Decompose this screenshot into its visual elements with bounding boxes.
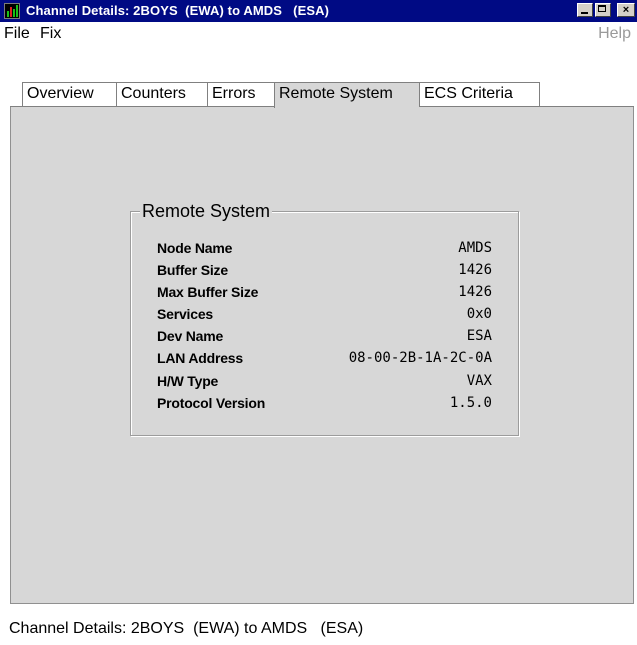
menu-bar: File Fix Help <box>0 22 637 46</box>
menu-help[interactable]: Help <box>598 25 631 43</box>
field-value: VAX <box>466 373 492 389</box>
field-hw-type: H/W Type VAX <box>157 373 492 394</box>
field-label: Dev Name <box>157 328 224 344</box>
field-label: Protocol Version <box>157 395 266 411</box>
field-value: ESA <box>466 328 492 344</box>
tab-ecs-criteria[interactable]: ECS Criteria <box>419 82 540 107</box>
tab-errors[interactable]: Errors <box>207 82 274 107</box>
field-max-buffer-size: Max Buffer Size 1426 <box>157 284 492 305</box>
field-value: 1.5.0 <box>449 395 492 411</box>
tab-remote-system[interactable]: Remote System <box>274 82 419 108</box>
field-lan-address: LAN Address 08-00-2B-1A-2C-0A <box>157 350 492 371</box>
field-services: Services 0x0 <box>157 306 492 327</box>
field-label: Buffer Size <box>157 262 228 278</box>
field-dev-name: Dev Name ESA <box>157 328 492 349</box>
field-label: Node Name <box>157 240 233 256</box>
minimize-button[interactable] <box>577 3 593 17</box>
field-value: 1426 <box>458 262 492 278</box>
field-label: LAN Address <box>157 350 243 366</box>
tab-counters[interactable]: Counters <box>116 82 207 107</box>
field-value: AMDS <box>458 240 492 256</box>
field-label: H/W Type <box>157 373 219 389</box>
channel-details-window: Channel Details: 2BOYS (EWA) to AMDS (ES… <box>0 0 637 645</box>
app-chart-icon <box>4 3 20 19</box>
status-bar: Channel Details: 2BOYS (EWA) to AMDS (ES… <box>9 620 364 637</box>
title-bar[interactable]: Channel Details: 2BOYS (EWA) to AMDS (ES… <box>0 0 637 22</box>
window-title: Channel Details: 2BOYS (EWA) to AMDS (ES… <box>26 3 330 18</box>
field-value: 0x0 <box>466 306 492 322</box>
field-label: Services <box>157 306 214 322</box>
groupbox-title: Remote System <box>140 201 273 221</box>
field-buffer-size: Buffer Size 1426 <box>157 262 492 283</box>
tab-overview[interactable]: Overview <box>22 82 116 107</box>
field-label: Max Buffer Size <box>157 284 259 300</box>
field-node-name: Node Name AMDS <box>157 240 492 261</box>
maximize-button[interactable] <box>595 3 611 17</box>
menu-file[interactable]: File <box>4 25 30 43</box>
menu-fix[interactable]: Fix <box>40 25 61 43</box>
close-button[interactable]: × <box>617 3 635 17</box>
field-value: 1426 <box>458 284 492 300</box>
field-protocol-version: Protocol Version 1.5.0 <box>157 395 492 416</box>
field-value: 08-00-2B-1A-2C-0A <box>348 350 492 366</box>
